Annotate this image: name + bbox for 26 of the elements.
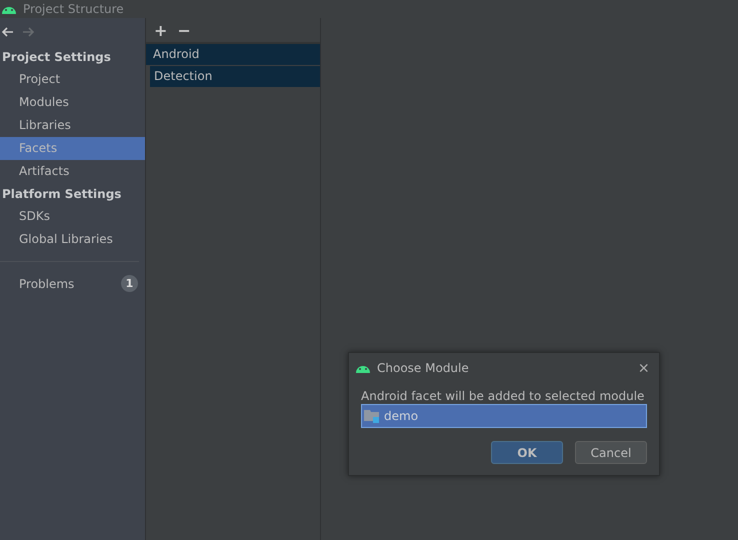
sidebar-item[interactable]: Artifacts [0,160,145,183]
dialog-message: Android facet will be added to selected module [361,389,646,403]
module-name: demo [384,409,418,423]
android-icon [355,363,371,373]
section-header: Platform Settings [1,186,122,203]
section-header: Project Settings [1,49,112,66]
sidebar-item[interactable]: Global Libraries [0,228,145,251]
dialog-title: Choose Module [377,361,470,375]
window-title: Project Structure [23,2,124,16]
back-arrow-icon[interactable] [1,27,14,37]
sidebar-item[interactable]: Libraries [0,114,145,137]
sidebar-item[interactable]: Project [0,68,145,91]
cancel-button[interactable]: Cancel [575,441,647,464]
sidebar-item[interactable]: Problems [19,276,74,290]
remove-button[interactable]: − [175,20,193,40]
count-badge: 1 [121,275,138,292]
add-button[interactable]: + [152,20,170,40]
facet-item[interactable]: Android [146,44,320,66]
folder-icon [364,409,380,423]
close-button[interactable]: × [638,358,649,378]
sidebar-item[interactable]: Facets [0,137,145,160]
module-item[interactable]: demo [361,404,647,428]
sidebar-item[interactable]: Modules [0,91,145,114]
facet-item[interactable]: Detection [150,66,320,88]
sidebar-item[interactable]: SDKs [0,205,145,228]
ok-button[interactable]: OK [491,441,563,464]
